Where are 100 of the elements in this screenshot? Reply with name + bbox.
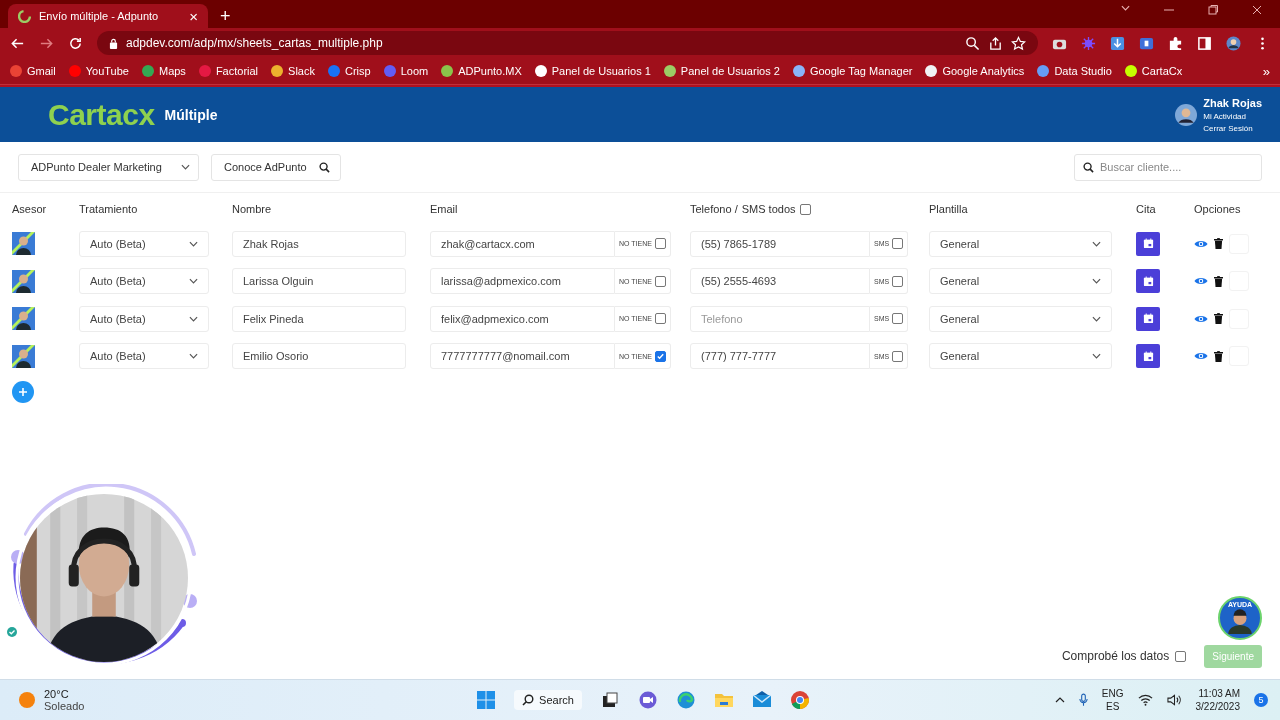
browser-tab[interactable]: Envío múltiple - Adpunto × bbox=[8, 4, 208, 28]
bookmark[interactable]: Gmail bbox=[10, 65, 56, 77]
treatment-select[interactable]: Auto (Beta) bbox=[79, 305, 209, 332]
name-field[interactable]: Larissa Olguin bbox=[232, 268, 406, 295]
trash-icon[interactable] bbox=[1214, 313, 1223, 325]
email-field[interactable]: felix@adpmexico.com bbox=[430, 305, 615, 332]
treatment-select[interactable]: Auto (Beta) bbox=[79, 230, 209, 257]
phone-field[interactable]: (55) 7865-1789 bbox=[690, 230, 870, 257]
user-link[interactable]: Cerrar Sesión bbox=[1203, 123, 1262, 133]
close-tab-button[interactable]: × bbox=[189, 7, 198, 25]
bookmark[interactable]: Data Studio bbox=[1037, 65, 1112, 77]
checkbox[interactable] bbox=[892, 350, 904, 362]
reload-icon[interactable] bbox=[68, 35, 83, 51]
avatar-icon[interactable] bbox=[1226, 35, 1241, 51]
puzzle-icon[interactable] bbox=[1168, 35, 1183, 51]
windows-icon[interactable] bbox=[476, 690, 497, 710]
search-icon bbox=[1083, 161, 1094, 173]
bookmark[interactable]: Maps bbox=[141, 65, 186, 77]
check-icon bbox=[7, 627, 17, 637]
bookmark[interactable]: Crisp bbox=[327, 65, 371, 77]
checkbox[interactable] bbox=[892, 238, 904, 250]
name-field[interactable]: Felix Pineda bbox=[232, 305, 406, 332]
checkbox[interactable] bbox=[799, 203, 811, 215]
checkbox[interactable] bbox=[892, 313, 904, 325]
column-header: Plantilla bbox=[929, 203, 969, 215]
mail-icon[interactable] bbox=[751, 690, 772, 710]
share-icon[interactable] bbox=[988, 35, 1003, 51]
download-icon[interactable] bbox=[1110, 35, 1125, 51]
bookmark[interactable]: Panel de Usuarios 1 bbox=[534, 65, 651, 77]
column-header: Email bbox=[430, 203, 459, 215]
zoom-icon[interactable] bbox=[965, 35, 980, 51]
checkbox[interactable] bbox=[654, 313, 666, 325]
bookmark[interactable]: Factorial bbox=[198, 65, 259, 77]
template-select[interactable]: General bbox=[929, 268, 1112, 295]
eye-icon[interactable] bbox=[1194, 276, 1208, 287]
chrome-icon[interactable] bbox=[789, 690, 810, 710]
notification-badge[interactable]: 5 bbox=[1254, 693, 1268, 707]
bookmark[interactable]: Panel de Usuarios 2 bbox=[663, 65, 780, 77]
treatment-select[interactable]: Auto (Beta) bbox=[79, 268, 209, 295]
bookmark[interactable]: Google Tag Manager bbox=[792, 65, 913, 77]
restore-icon[interactable] bbox=[1208, 5, 1218, 15]
trash-icon[interactable] bbox=[1214, 350, 1223, 362]
sidebar-icon[interactable] bbox=[1197, 35, 1212, 51]
avatar-icon bbox=[1175, 103, 1198, 126]
eye-icon[interactable] bbox=[1194, 238, 1208, 249]
add-button[interactable] bbox=[12, 381, 34, 403]
new-tab-button[interactable]: + bbox=[214, 4, 237, 28]
search-field[interactable]: Buscar cliente.... bbox=[1074, 153, 1262, 181]
extension-badge-icon[interactable] bbox=[1139, 35, 1154, 51]
edge-icon[interactable] bbox=[675, 690, 696, 710]
weather-condition: Soleado bbox=[44, 700, 85, 712]
microphone-icon[interactable] bbox=[1078, 693, 1088, 707]
email-field[interactable]: larissa@adpmexico.com bbox=[430, 268, 615, 295]
bookmark[interactable]: Loom bbox=[383, 65, 429, 77]
checkbox[interactable] bbox=[654, 238, 666, 250]
checkbox[interactable] bbox=[892, 275, 904, 287]
phone-field[interactable]: (55) 2555-4693 bbox=[690, 268, 870, 295]
email-field[interactable]: 7777777777@nomail.com bbox=[430, 343, 615, 370]
template-select[interactable]: General bbox=[929, 343, 1112, 370]
checkbox[interactable] bbox=[654, 350, 666, 362]
logo: Cartacx bbox=[48, 97, 155, 132]
bookmark[interactable]: Google Analytics bbox=[925, 65, 1025, 77]
clock[interactable]: 11:03 AM 3/22/2023 bbox=[1195, 688, 1240, 712]
bookmark[interactable]: ADPunto.MX bbox=[441, 65, 522, 77]
chevron-up-icon[interactable] bbox=[1054, 697, 1065, 703]
close-icon[interactable] bbox=[1252, 5, 1262, 15]
about-button[interactable]: Conoce AdPunto bbox=[211, 153, 341, 181]
calendar-button[interactable] bbox=[1136, 306, 1160, 331]
language-indicator[interactable]: ENG ES bbox=[1101, 688, 1124, 712]
more-bookmarks-button[interactable]: » bbox=[1262, 63, 1270, 79]
trash-icon[interactable] bbox=[1214, 275, 1223, 287]
address-bar[interactable]: adpdev.com/adp/mx/sheets_cartas_multiple.php bbox=[97, 31, 1038, 55]
bookmark[interactable]: CartaCx bbox=[1124, 65, 1183, 77]
star-icon[interactable] bbox=[1011, 35, 1026, 51]
template-select[interactable]: General bbox=[929, 230, 1112, 257]
eye-icon[interactable] bbox=[1194, 351, 1208, 362]
user-link[interactable]: Mi Actividad bbox=[1203, 111, 1262, 121]
name-field[interactable]: Zhak Rojas bbox=[232, 230, 406, 257]
calendar-button[interactable] bbox=[1136, 344, 1160, 369]
bookmark[interactable]: Slack bbox=[271, 65, 315, 77]
temperature: 20°C bbox=[44, 688, 70, 700]
calendar-button[interactable] bbox=[1136, 269, 1160, 294]
column-header: Nombre bbox=[232, 203, 273, 215]
checkbox[interactable] bbox=[1175, 650, 1187, 662]
name-field[interactable]: Emilio Osorio bbox=[232, 343, 406, 370]
chat-icon[interactable] bbox=[637, 690, 658, 710]
speaker-icon[interactable] bbox=[1166, 694, 1182, 706]
trash-icon[interactable] bbox=[1214, 238, 1223, 250]
bookmark[interactable]: YouTube bbox=[68, 65, 129, 77]
treatment-select[interactable]: Auto (Beta) bbox=[79, 343, 209, 370]
phone-field[interactable]: (777) 777-7777 bbox=[690, 343, 870, 370]
account-select[interactable]: ADPunto Dealer Marketing bbox=[18, 153, 199, 181]
search-button[interactable]: Search bbox=[514, 690, 582, 710]
checkbox[interactable] bbox=[654, 275, 666, 287]
wifi-icon[interactable] bbox=[1137, 694, 1153, 706]
template-select[interactable]: General bbox=[929, 305, 1112, 332]
eye-icon[interactable] bbox=[1194, 313, 1208, 324]
email-field[interactable]: zhak@cartacx.com bbox=[430, 230, 615, 257]
chevron-icon bbox=[1092, 353, 1101, 360]
calendar-button[interactable] bbox=[1136, 231, 1160, 256]
